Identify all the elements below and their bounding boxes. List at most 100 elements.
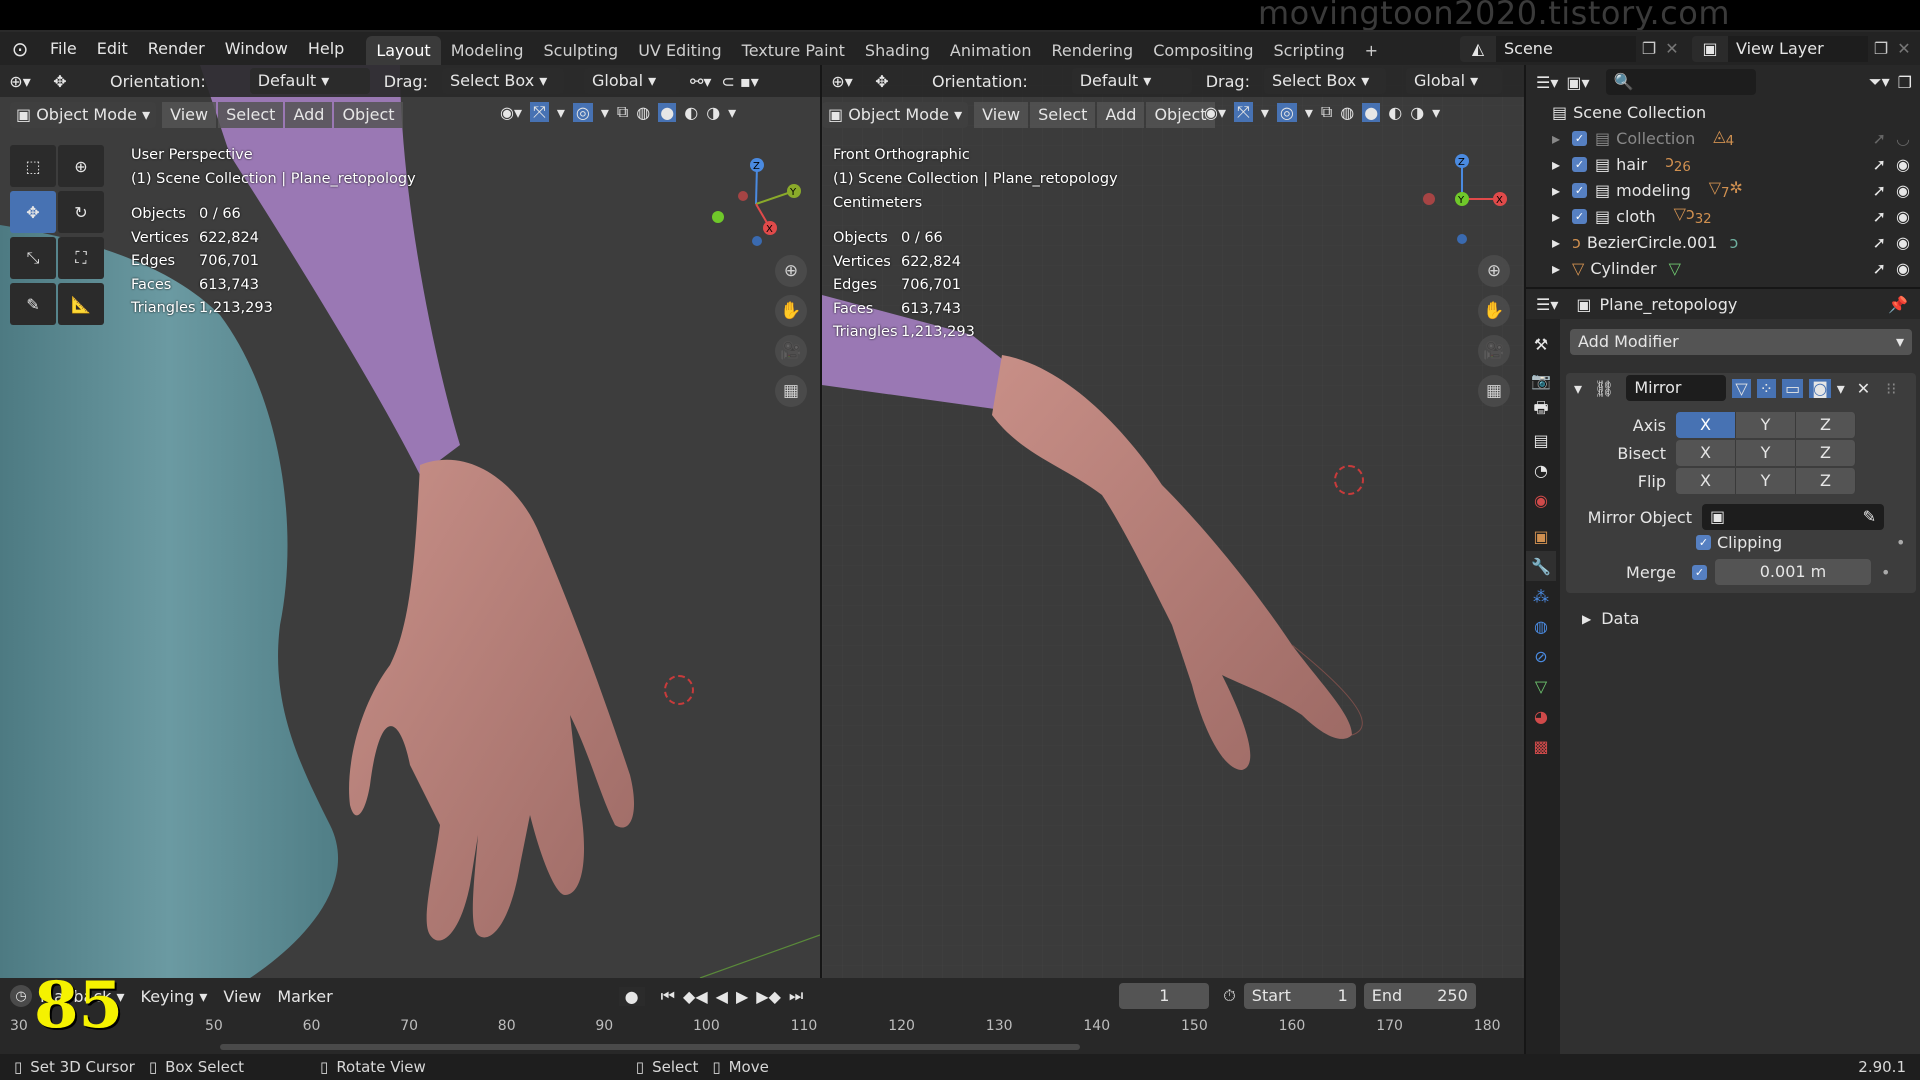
overlay-icon[interactable]: ◎	[1276, 102, 1297, 122]
selectable-icon[interactable]: ➚	[1873, 259, 1886, 278]
menu-add[interactable]: Add	[285, 102, 333, 128]
properties-editor-icon[interactable]: ☰▾	[1536, 295, 1558, 314]
transform-orientation-select[interactable]: Global ▾	[583, 68, 680, 94]
transform-tool-icon[interactable]: ✥	[40, 72, 80, 91]
physics-tab-icon[interactable]: ◍	[1526, 611, 1556, 641]
selectable-icon[interactable]: ➚	[1873, 129, 1886, 148]
transform-tool-icon[interactable]: ✥	[862, 72, 902, 91]
particles-tab-icon[interactable]: ⁂	[1526, 581, 1556, 611]
view-layer-tab-icon[interactable]: ▤	[1526, 425, 1556, 455]
material-shading-icon[interactable]: ◐	[684, 103, 698, 122]
new-scene-icon[interactable]: ❐	[1636, 36, 1662, 62]
tab-animation[interactable]: Animation	[940, 36, 1042, 66]
rotate-tool-icon[interactable]: ↻	[58, 191, 104, 233]
bisect-z-toggle[interactable]: Z	[1796, 440, 1856, 466]
modifier-name-field[interactable]: Mirror	[1626, 375, 1727, 401]
collection-checkbox[interactable]: ✓	[1572, 208, 1588, 224]
snap-icon[interactable]: ⊂ ▪▾	[721, 72, 758, 91]
outliner-item[interactable]: ▸ ▽ Cylinder ▽ ➚ ◉	[1526, 255, 1920, 281]
remove-view-layer-icon[interactable]: ✕	[1894, 36, 1914, 62]
tab-sculpting[interactable]: Sculpting	[533, 36, 628, 66]
data-subpanel[interactable]: ▶ Data	[1582, 609, 1639, 628]
axis-gizmo[interactable]: Z Y X	[700, 149, 810, 259]
menu-window[interactable]: Window	[215, 32, 298, 66]
outliner-item[interactable]: ▸ ✓ ▤ modeling ▽7✲ ➚ ◉	[1526, 177, 1920, 203]
transform-orientation-select[interactable]: Global ▾	[1405, 68, 1502, 94]
pivot-icon[interactable]: ⚯▾	[690, 72, 711, 91]
camera-icon[interactable]: 🎥	[775, 335, 807, 367]
scene-tab-icon[interactable]: ◔	[1526, 455, 1556, 485]
menu-select[interactable]: Select	[218, 102, 284, 128]
view-layer-icon[interactable]: ▣	[1692, 35, 1728, 62]
texture-tab-icon[interactable]: ▩	[1526, 731, 1556, 761]
merge-distance-field[interactable]: 0.001 m	[1715, 559, 1871, 585]
pin-icon[interactable]: 📌	[1888, 295, 1908, 314]
tab-uv-editing[interactable]: UV Editing	[628, 36, 731, 66]
menu-object[interactable]: Object	[334, 102, 403, 128]
axis-z-toggle[interactable]: Z	[1796, 412, 1856, 438]
render-display-icon[interactable]: ◙	[1809, 378, 1831, 398]
collapse-icon[interactable]: ▾	[1574, 379, 1582, 398]
zoom-icon[interactable]: ⊕	[1478, 255, 1510, 287]
constraints-tab-icon[interactable]: ⊘	[1526, 641, 1556, 671]
blender-logo-icon[interactable]: ⊙	[0, 37, 40, 61]
pan-hand-icon[interactable]: ✋	[775, 295, 807, 327]
pan-hand-icon[interactable]: ✋	[1478, 295, 1510, 327]
scene-icon[interactable]: ◭	[1460, 35, 1496, 62]
modifier-menu-icon[interactable]: ▾	[1837, 379, 1845, 398]
collection-checkbox[interactable]: ✓	[1572, 130, 1588, 146]
merge-checkbox[interactable]: ✓	[1692, 564, 1707, 580]
solid-shading-icon[interactable]: ●	[1362, 102, 1381, 122]
object-tab-icon[interactable]: ▣	[1526, 521, 1556, 551]
display-mode-icon[interactable]: ▣▾	[1566, 73, 1589, 92]
drag-handle-icon[interactable]: ⁝⁝	[1886, 379, 1896, 398]
bisect-y-toggle[interactable]: Y	[1736, 440, 1796, 466]
overlay-icon[interactable]: ◎	[572, 102, 593, 122]
axis-y-toggle[interactable]: Y	[1736, 412, 1796, 438]
flip-z-toggle[interactable]: Z	[1796, 468, 1856, 494]
visibility-eye-icon[interactable]: ◉	[1896, 259, 1910, 278]
visibility-eye-icon[interactable]: ◉	[1896, 233, 1910, 252]
editor-type-icon[interactable]: ⊕▾	[822, 72, 862, 91]
outliner-root[interactable]: ▤ Scene Collection	[1526, 99, 1920, 125]
move-tool-icon[interactable]: ✥	[10, 191, 56, 233]
visibility-eye-icon[interactable]: ◡	[1896, 129, 1910, 148]
visibility-eye-icon[interactable]: ◉	[1896, 155, 1910, 174]
collection-checkbox[interactable]: ✓	[1572, 182, 1588, 198]
select-box-tool-icon[interactable]: ⬚	[10, 145, 56, 187]
viewport-display-icon[interactable]: ▭	[1782, 378, 1804, 398]
frame-ruler[interactable]: 30 50 60 70 80 90 100 110 120 130 140 150 160 170 180	[0, 978, 1524, 1054]
cage-icon[interactable]: ⁘	[1756, 378, 1777, 398]
new-view-layer-icon[interactable]: ❐	[1868, 36, 1894, 62]
world-tab-icon[interactable]: ◉	[1526, 485, 1556, 515]
gizmo-icon[interactable]: ⤧	[1234, 102, 1253, 122]
orientation-select[interactable]: Default ▾	[1071, 68, 1192, 94]
outliner-item[interactable]: ▸ ✓ ▤ Collection ◬4 ➚ ◡	[1526, 125, 1920, 151]
viewport-left[interactable]: ⊕▾ ✥ Orientation: Default ▾ Drag: Select…	[0, 65, 820, 978]
collection-checkbox[interactable]: ✓	[1572, 156, 1588, 172]
new-collection-icon[interactable]: ❐	[1898, 73, 1912, 92]
clipping-checkbox[interactable]: ✓	[1696, 535, 1711, 550]
filter-icon[interactable]: ⏷▾	[1869, 72, 1890, 92]
edit-mode-icon[interactable]: ▽	[1732, 378, 1751, 398]
scale-tool-icon[interactable]: ⤡	[10, 237, 56, 279]
ortho-grid-icon[interactable]: ▦	[1478, 375, 1510, 407]
outliner-editor-icon[interactable]: ☰▾	[1536, 73, 1558, 92]
axis-x-toggle[interactable]: X	[1676, 412, 1736, 438]
menu-render[interactable]: Render	[138, 32, 215, 66]
tab-modeling[interactable]: Modeling	[441, 36, 534, 66]
outliner-item[interactable]: ▸ ↄ BezierCircle.001 ↄ ➚ ◉	[1526, 229, 1920, 255]
flip-y-toggle[interactable]: Y	[1736, 468, 1796, 494]
material-tab-icon[interactable]: ◕	[1526, 701, 1556, 731]
tab-scripting[interactable]: Scripting	[1264, 36, 1355, 66]
annotate-tool-icon[interactable]: ✎	[10, 283, 56, 325]
menu-file[interactable]: File	[40, 32, 87, 66]
perspective-grid-icon[interactable]: ▦	[775, 375, 807, 407]
menu-help[interactable]: Help	[298, 32, 354, 66]
editor-type-icon[interactable]: ⊕▾	[0, 72, 40, 91]
visibility-eye-icon[interactable]: ◉	[1896, 181, 1910, 200]
xray-icon[interactable]: ⧉	[1321, 102, 1332, 122]
tab-shading[interactable]: Shading	[855, 36, 940, 66]
measure-tool-icon[interactable]: 📐	[58, 283, 104, 325]
selectable-icon[interactable]: ➚	[1873, 233, 1886, 252]
